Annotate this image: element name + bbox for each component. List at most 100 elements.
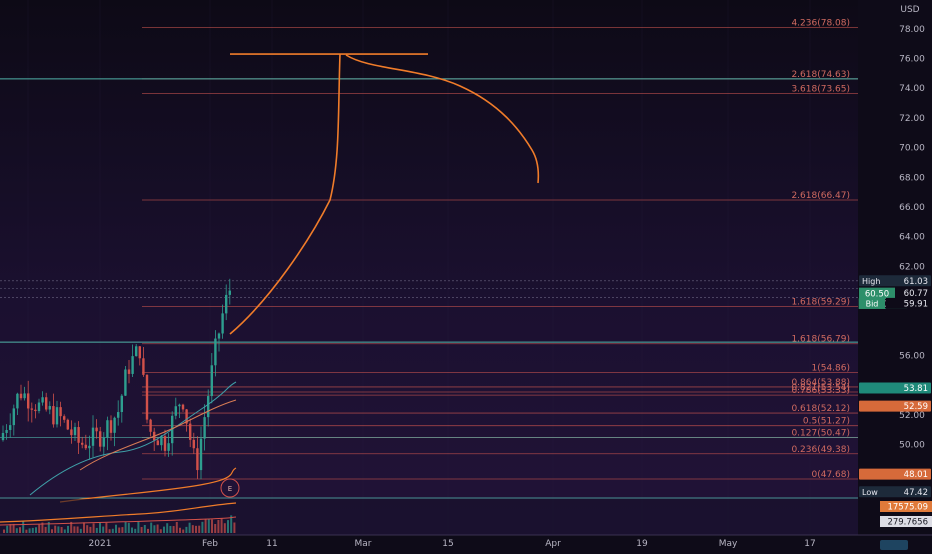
- candle-body-2[interactable]: [9, 425, 12, 431]
- candle-body-31[interactable]: [113, 417, 116, 433]
- candle-body-1[interactable]: [5, 430, 8, 433]
- tag-bid-label: Bid: [866, 299, 879, 308]
- volume-bar-10: [35, 527, 37, 533]
- volume-bar-63: [204, 518, 207, 533]
- candle-body-12[interactable]: [45, 397, 48, 410]
- candle-body-45[interactable]: [163, 436, 167, 451]
- volume-bar-56: [182, 529, 185, 533]
- price-tick-2: 74.00: [899, 84, 925, 94]
- candle-body-22[interactable]: [81, 442, 84, 445]
- volume-bar-35: [115, 524, 117, 533]
- candle-body-23[interactable]: [84, 444, 87, 449]
- volume-bar-66: [214, 523, 217, 533]
- volume-bar-58: [188, 522, 191, 533]
- candle-body-41[interactable]: [149, 419, 152, 432]
- candle-body-50[interactable]: [181, 404, 185, 410]
- volume-bar-24: [79, 528, 82, 533]
- time-axis-panel[interactable]: [0, 535, 932, 550]
- fib-label-10: 0.618(52.12): [791, 404, 850, 414]
- candle-body-26[interactable]: [95, 427, 98, 432]
- price-tick-11: 50.00: [899, 441, 925, 451]
- date-tick-8: May: [719, 539, 738, 549]
- price-tick-10: 52.00: [899, 411, 925, 421]
- candle-body-13[interactable]: [48, 406, 51, 410]
- candle-body-3[interactable]: [12, 408, 15, 426]
- candle-body-55[interactable]: [199, 438, 203, 471]
- candle-body-14[interactable]: [52, 406, 55, 425]
- candle-body-43[interactable]: [156, 440, 159, 446]
- candle-body-28[interactable]: [102, 437, 105, 447]
- volume-bar-48: [156, 524, 159, 533]
- candle-body-25[interactable]: [91, 427, 95, 446]
- candle-body-27[interactable]: [99, 431, 102, 447]
- volume-bar-41: [134, 528, 137, 533]
- volume-bar-43: [140, 526, 143, 533]
- candle-body-7[interactable]: [27, 393, 30, 409]
- candle-body-21[interactable]: [77, 427, 80, 443]
- candle-body-61[interactable]: [221, 313, 224, 334]
- candle-body-35[interactable]: [127, 369, 131, 374]
- volume-bar-39: [127, 522, 130, 533]
- candle-body-8[interactable]: [30, 408, 33, 410]
- candle-body-10[interactable]: [37, 402, 41, 412]
- date-tick-2: Feb: [202, 539, 218, 549]
- candle-body-15[interactable]: [55, 407, 59, 425]
- candle-body-16[interactable]: [59, 407, 62, 417]
- candle-body-58[interactable]: [210, 365, 213, 397]
- volume-bar-40: [131, 527, 133, 533]
- volume-bar-26: [86, 525, 89, 533]
- candle-body-24[interactable]: [88, 445, 91, 449]
- candle-body-34[interactable]: [124, 369, 127, 396]
- volume-bar-7: [25, 529, 28, 533]
- candle-body-57[interactable]: [207, 396, 210, 418]
- candle-body-56[interactable]: [203, 417, 206, 439]
- candle-body-30[interactable]: [109, 420, 113, 433]
- price-tick-1: 76.00: [899, 54, 925, 64]
- volume-bar-55: [179, 527, 181, 533]
- candle-body-46[interactable]: [167, 443, 170, 451]
- volume-bar-47: [153, 525, 156, 533]
- currency-label: USD: [900, 5, 919, 15]
- candle-body-20[interactable]: [73, 427, 77, 436]
- candle-body-0[interactable]: [1, 432, 5, 441]
- candle-body-36[interactable]: [131, 356, 134, 374]
- volume-bar-33: [108, 529, 111, 533]
- candle-body-5[interactable]: [19, 393, 23, 399]
- candle-body-33[interactable]: [120, 395, 123, 413]
- candle-body-59[interactable]: [214, 338, 217, 366]
- volume-bar-6: [22, 521, 25, 533]
- candle-body-37[interactable]: [135, 346, 138, 357]
- candle-body-39[interactable]: [142, 358, 145, 375]
- candle-body-52[interactable]: [189, 423, 192, 440]
- candle-body-38[interactable]: [138, 346, 141, 359]
- price-tick-4: 70.00: [899, 144, 925, 154]
- volume-bar-64: [207, 518, 210, 533]
- candle-body-62[interactable]: [225, 294, 228, 314]
- volume-bar-2: [9, 524, 12, 533]
- volume-bar-23: [76, 526, 79, 533]
- volume-bar-32: [105, 522, 108, 533]
- candle-body-63[interactable]: [228, 290, 231, 295]
- candle-body-11[interactable]: [41, 397, 44, 403]
- candle-body-29[interactable]: [106, 420, 109, 438]
- candle-body-4[interactable]: [16, 393, 19, 409]
- candle-body-60[interactable]: [217, 333, 221, 339]
- candle-body-40[interactable]: [145, 374, 149, 420]
- candle-body-19[interactable]: [70, 429, 73, 436]
- candle-body-6[interactable]: [23, 393, 26, 399]
- volume-bar-46: [150, 522, 153, 533]
- chart-root[interactable]: 4.236(78.08) 2.618(74.63) 3.618(73.65) 2.61…: [0, 0, 932, 550]
- scroll-handle[interactable]: [880, 540, 908, 550]
- candle-body-9[interactable]: [34, 409, 37, 412]
- price-chart[interactable]: 4.236(78.08)2.618(74.63)3.618(73.65)2.61…: [0, 0, 932, 550]
- candle-body-48[interactable]: [174, 406, 177, 416]
- volume-bar-5: [19, 527, 21, 533]
- candle-body-49[interactable]: [178, 404, 181, 407]
- candle-body-18[interactable]: [66, 419, 69, 430]
- tag-high-label: High: [862, 277, 880, 286]
- candle-body-17[interactable]: [63, 416, 66, 420]
- candle-body-32[interactable]: [117, 412, 120, 418]
- candle-body-54[interactable]: [196, 448, 199, 471]
- fib-label-3: 2.618(66.47): [791, 191, 850, 201]
- candle-body-53[interactable]: [192, 439, 195, 449]
